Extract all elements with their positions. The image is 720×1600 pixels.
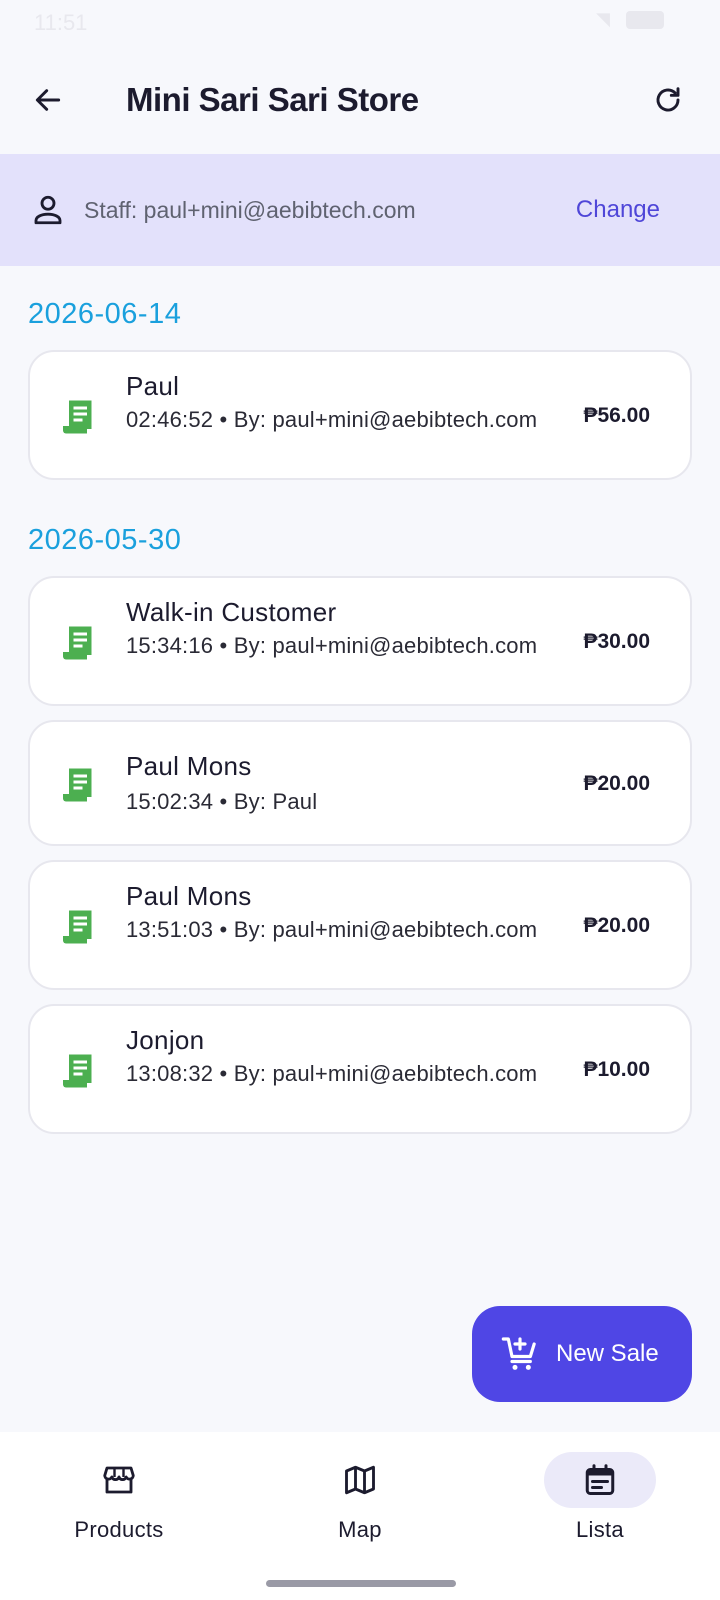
new-sale-label: New Sale [556, 1340, 659, 1367]
status-bar: 11:51 ◥ [0, 0, 720, 40]
customer-name: Paul Mons [126, 881, 252, 911]
app-bar: Mini Sari Sari Store [0, 60, 720, 140]
nav-label: Products [74, 1517, 164, 1542]
sale-amount: ₱20.00 [583, 772, 650, 795]
sale-card[interactable]: Walk-in Customer 15:34:16 • By: paul+min… [28, 576, 692, 706]
receipt-icon [63, 626, 92, 660]
nav-lista[interactable]: Lista [525, 1452, 675, 1562]
status-time: 11:51 [34, 10, 88, 35]
receipt-icon [63, 910, 92, 944]
sale-amount: ₱56.00 [583, 404, 650, 427]
bottom-nav: Products Map Lista [0, 1432, 720, 1600]
sale-amount: ₱20.00 [583, 914, 650, 937]
page-title: Mini Sari Sari Store [126, 81, 419, 118]
receipt-icon [63, 400, 92, 434]
add-cart-icon [501, 1337, 536, 1370]
nav-label: Map [338, 1517, 382, 1542]
sale-meta: 15:34:16 • By: paul+mini@aebibtech.com [126, 633, 538, 658]
sale-card[interactable]: Paul 02:46:52 • By: paul+mini@aebibtech.… [28, 350, 692, 480]
staff-bar: Staff: paul+mini@aebibtech.com Change [0, 154, 720, 266]
sale-card[interactable]: Paul Mons 13:51:03 • By: paul+mini@aebib… [28, 860, 692, 990]
sale-meta: 15:02:34 • By: Paul [126, 789, 318, 814]
refresh-button[interactable] [646, 78, 690, 122]
customer-name: Jonjon [126, 1025, 205, 1055]
battery-icon [626, 11, 664, 29]
sale-card[interactable]: Jonjon 13:08:32 • By: paul+mini@aebibtec… [28, 1004, 692, 1134]
person-icon [34, 195, 62, 225]
refresh-icon [656, 87, 680, 112]
customer-name: Walk-in Customer [126, 597, 337, 627]
sale-amount: ₱10.00 [583, 1058, 650, 1081]
sale-meta: 13:08:32 • By: paul+mini@aebibtech.com [126, 1061, 538, 1086]
back-button[interactable] [26, 78, 70, 122]
date-heading: 2026-05-30 [28, 524, 182, 556]
receipt-icon [63, 768, 92, 802]
customer-name: Paul Mons [126, 751, 252, 781]
receipt-icon [63, 1054, 92, 1088]
sale-card[interactable]: Paul Mons 15:02:34 • By: Paul ₱20.00 [28, 720, 692, 846]
date-heading: 2026-06-14 [28, 298, 182, 330]
sale-amount: ₱30.00 [583, 630, 650, 653]
nav-label: Lista [576, 1517, 624, 1542]
list-calendar-icon [585, 1464, 615, 1495]
customer-name: Paul [126, 371, 180, 401]
change-staff-button[interactable]: Change [576, 194, 660, 226]
wifi-icon: ◥ [596, 9, 610, 29]
nav-products[interactable]: Products [44, 1452, 194, 1562]
nav-map[interactable]: Map [285, 1452, 435, 1562]
map-icon [345, 1465, 375, 1495]
home-indicator [266, 1580, 456, 1587]
sale-meta: 13:51:03 • By: paul+mini@aebibtech.com [126, 917, 538, 942]
store-icon [103, 1466, 135, 1494]
staff-label: Staff: paul+mini@aebibtech.com [84, 197, 416, 223]
arrow-left-icon [35, 89, 61, 111]
new-sale-button[interactable]: New Sale [472, 1306, 692, 1402]
sale-meta: 02:46:52 • By: paul+mini@aebibtech.com [126, 407, 538, 432]
